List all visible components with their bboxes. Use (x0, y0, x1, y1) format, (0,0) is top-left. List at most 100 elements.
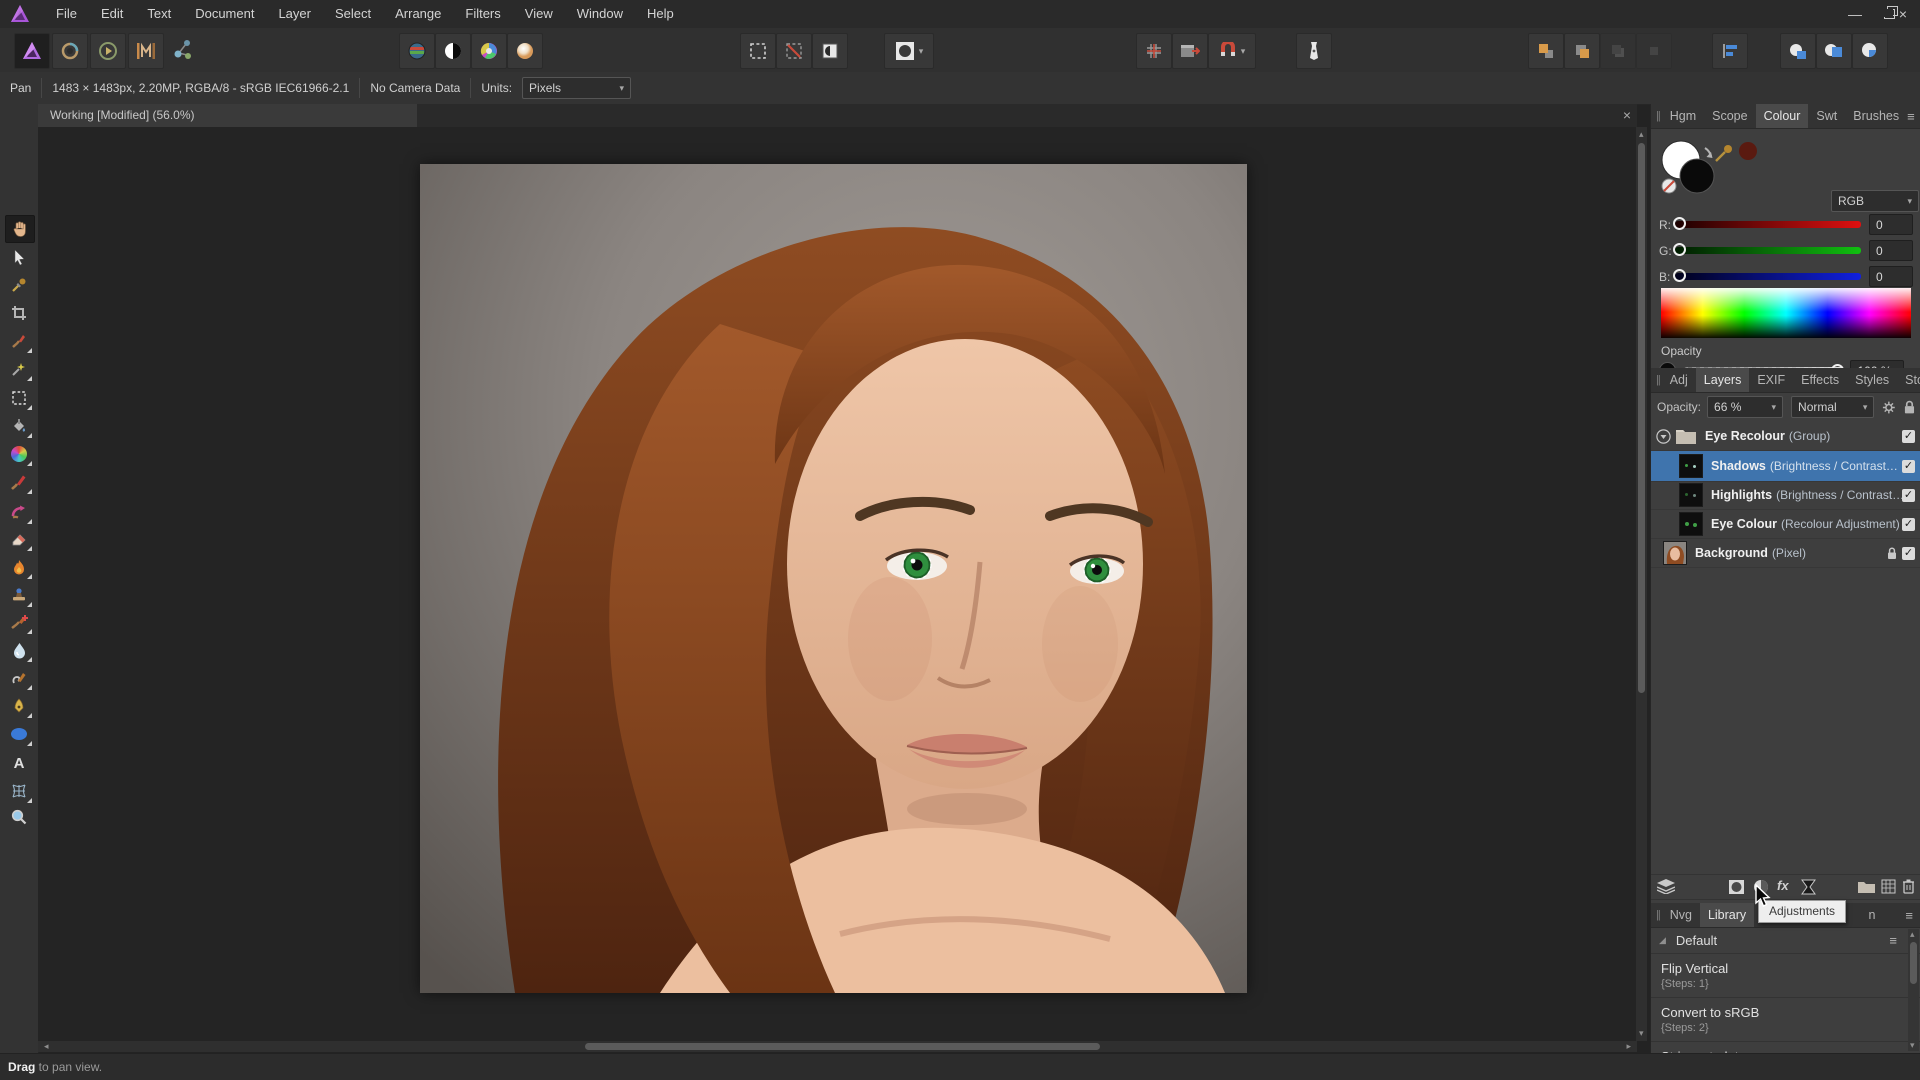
layer-row-group[interactable]: Eye Recolour (Group) ✓ (1651, 422, 1920, 451)
marquee-tool[interactable] (5, 385, 33, 411)
live-filter-fx-icon[interactable]: fx (1777, 878, 1789, 893)
tab-brushes[interactable]: Brushes (1845, 104, 1907, 128)
layer-row-eye-colour[interactable]: Eye Colour (Recolour Adjustment) ✓ (1651, 510, 1920, 539)
auto-contrast-button[interactable] (435, 33, 471, 69)
blue-slider-knob[interactable] (1673, 269, 1686, 282)
photo-persona-button[interactable] (14, 33, 50, 69)
green-slider[interactable] (1673, 243, 1861, 256)
menu-file[interactable]: File (44, 0, 89, 28)
tab-colour[interactable]: Colour (1755, 104, 1809, 128)
blur-tool[interactable] (5, 637, 33, 663)
erase-brush-tool[interactable] (5, 526, 33, 552)
menu-filters[interactable]: Filters (453, 0, 512, 28)
scroll-left-icon[interactable]: ◂ (44, 1041, 49, 1052)
layer-visibility-checkbox[interactable]: ✓ (1902, 517, 1915, 531)
scroll-right-icon[interactable]: ▸ (1626, 1041, 1631, 1052)
move-to-front-button[interactable] (1528, 33, 1564, 69)
blend-ranges-icon[interactable] (1801, 879, 1816, 895)
deselect-button[interactable] (776, 33, 812, 69)
layer-lock-icon[interactable] (1887, 546, 1897, 560)
layer-visibility-checkbox[interactable]: ✓ (1902, 546, 1915, 560)
crop-tool[interactable] (5, 300, 33, 326)
liquify-persona-button[interactable] (52, 33, 88, 69)
auto-white-balance-button[interactable] (507, 33, 543, 69)
red-value-field[interactable]: 0 (1869, 214, 1913, 235)
library-item[interactable]: Convert to sRGB {Steps: 2} (1651, 998, 1920, 1042)
paint-brush-tool[interactable] (5, 469, 33, 495)
snapping-presets-button[interactable] (1172, 33, 1208, 69)
library-scroll-up-icon[interactable]: ▴ (1910, 929, 1915, 940)
menu-edit[interactable]: Edit (89, 0, 135, 28)
menu-text[interactable]: Text (135, 0, 183, 28)
green-value-field[interactable]: 0 (1869, 240, 1913, 261)
flood-fill-tool[interactable] (5, 413, 33, 439)
panel-drag-handle[interactable]: || (1656, 909, 1661, 921)
tab-navigator[interactable]: Nvg (1662, 903, 1700, 927)
green-slider-knob[interactable] (1673, 243, 1686, 256)
section-menu-icon[interactable]: ≡ (1889, 933, 1897, 948)
flood-select-tool[interactable] (5, 356, 33, 382)
colour-replacement-brush-tool[interactable] (5, 499, 33, 525)
auto-colour-button[interactable] (471, 33, 507, 69)
layer-row-highlights[interactable]: Highlights (Brightness / Contrast… ✓ (1651, 481, 1920, 510)
layer-row-background[interactable]: Background (Pixel) ✓ (1651, 539, 1920, 568)
layer-visibility-checkbox[interactable]: ✓ (1902, 459, 1915, 473)
colour-swatches[interactable] (1659, 138, 1719, 196)
alignment-button[interactable] (1712, 33, 1748, 69)
layer-row-shadows[interactable]: Shadows (Brightness / Contrast… ✓ (1651, 451, 1920, 482)
blend-mode-dropdown[interactable]: Normal ▾ (1791, 396, 1875, 418)
grid-button[interactable] (1136, 33, 1172, 69)
horizontal-scroll-thumb[interactable] (585, 1043, 1100, 1050)
scroll-up-icon[interactable]: ▴ (1639, 129, 1644, 140)
pen-tool[interactable] (5, 693, 33, 719)
lock-icon[interactable] (1904, 400, 1915, 415)
quick-mask-button[interactable]: ▾ (884, 33, 934, 69)
library-scroll-down-icon[interactable]: ▾ (1910, 1040, 1915, 1051)
blend-options-gear-icon[interactable] (1882, 400, 1896, 415)
panel-menu-icon[interactable]: ≡ (1907, 109, 1915, 124)
move-tool[interactable] (5, 244, 33, 270)
add-mask-icon[interactable] (1728, 879, 1745, 895)
export-persona-button[interactable] (166, 33, 200, 67)
panel-drag-handle[interactable]: || (1656, 110, 1661, 122)
tab-effects[interactable]: Effects (1793, 368, 1847, 392)
colour-picker-tool[interactable] (5, 272, 33, 298)
menu-arrange[interactable]: Arrange (383, 0, 453, 28)
expand-group-icon[interactable] (1656, 428, 1671, 444)
menu-window[interactable]: Window (565, 0, 635, 28)
tone-mapping-persona-button[interactable] (128, 33, 164, 69)
library-item[interactable]: Flip Vertical {Steps: 1} (1651, 954, 1920, 998)
healing-brush-tool[interactable] (5, 609, 33, 635)
selection-brush-tool[interactable] (5, 328, 33, 354)
tab-library[interactable]: Library (1699, 903, 1755, 927)
clone-stamp-tool[interactable] (5, 582, 33, 608)
blue-value-field[interactable]: 0 (1869, 266, 1913, 287)
layer-visibility-checkbox[interactable]: ✓ (1902, 488, 1915, 502)
red-slider[interactable] (1673, 217, 1861, 230)
close-button[interactable]: × (1886, 0, 1920, 28)
panel-drag-handle[interactable]: || (1656, 374, 1661, 386)
select-all-button[interactable] (740, 33, 776, 69)
new-layer-icon[interactable] (1881, 879, 1896, 894)
text-tool[interactable]: A (5, 750, 33, 776)
recent-colour-swatch[interactable] (1739, 142, 1757, 160)
library-scrollbar[interactable]: ▴ ▾ (1908, 929, 1919, 1051)
minimize-button[interactable]: — (1838, 0, 1872, 28)
move-backward-button[interactable] (1600, 33, 1636, 69)
scroll-down-icon[interactable]: ▾ (1639, 1028, 1644, 1039)
colour-spectrum[interactable] (1661, 288, 1911, 338)
red-slider-knob[interactable] (1673, 217, 1686, 230)
tab-histogram[interactable]: Hgm (1662, 104, 1704, 128)
vertical-scroll-thumb[interactable] (1638, 143, 1645, 693)
burn-tool[interactable] (5, 554, 33, 580)
horizontal-scrollbar[interactable]: ◂ ▸ (38, 1041, 1637, 1052)
menu-view[interactable]: View (513, 0, 565, 28)
tab-styles[interactable]: Styles (1847, 368, 1897, 392)
vertical-scrollbar[interactable]: ▴ ▾ (1636, 127, 1647, 1041)
tab-adjustment[interactable]: Adj (1662, 368, 1696, 392)
units-dropdown[interactable]: Pixels ▾ (522, 77, 632, 99)
move-forward-button[interactable] (1564, 33, 1600, 69)
tab-scope[interactable]: Scope (1704, 104, 1755, 128)
snapping-button[interactable]: ▾ (1208, 33, 1256, 69)
zoom-tool[interactable] (5, 804, 33, 830)
